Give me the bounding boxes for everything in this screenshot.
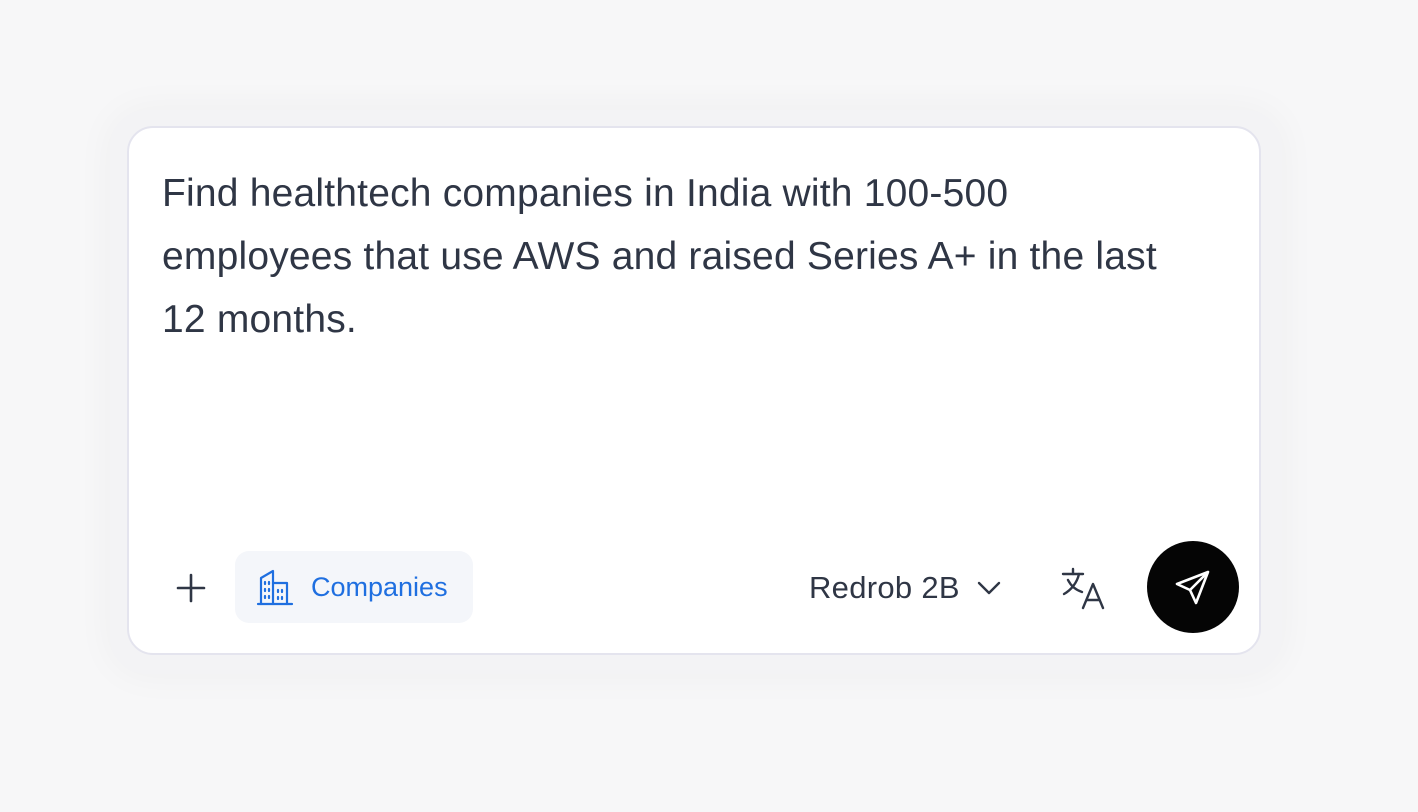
- prompt-composer: Find healthtech companies in India with …: [127, 126, 1261, 655]
- send-icon: [1175, 570, 1210, 605]
- translate-icon[interactable]: [1059, 564, 1107, 612]
- chevron-down-icon: [977, 581, 1001, 595]
- prompt-input[interactable]: Find healthtech companies in India with …: [162, 162, 1202, 351]
- page: Find healthtech companies in India with …: [0, 0, 1418, 812]
- model-label: Redrob 2B: [809, 570, 960, 605]
- model-dropdown[interactable]: Redrob 2B: [809, 566, 1002, 610]
- building-icon: [256, 569, 294, 606]
- add-button[interactable]: [169, 566, 213, 610]
- companies-chip[interactable]: Companies: [235, 551, 473, 623]
- send-button[interactable]: [1147, 541, 1239, 633]
- chip-label: Companies: [311, 572, 448, 602]
- plus-icon: [176, 573, 206, 603]
